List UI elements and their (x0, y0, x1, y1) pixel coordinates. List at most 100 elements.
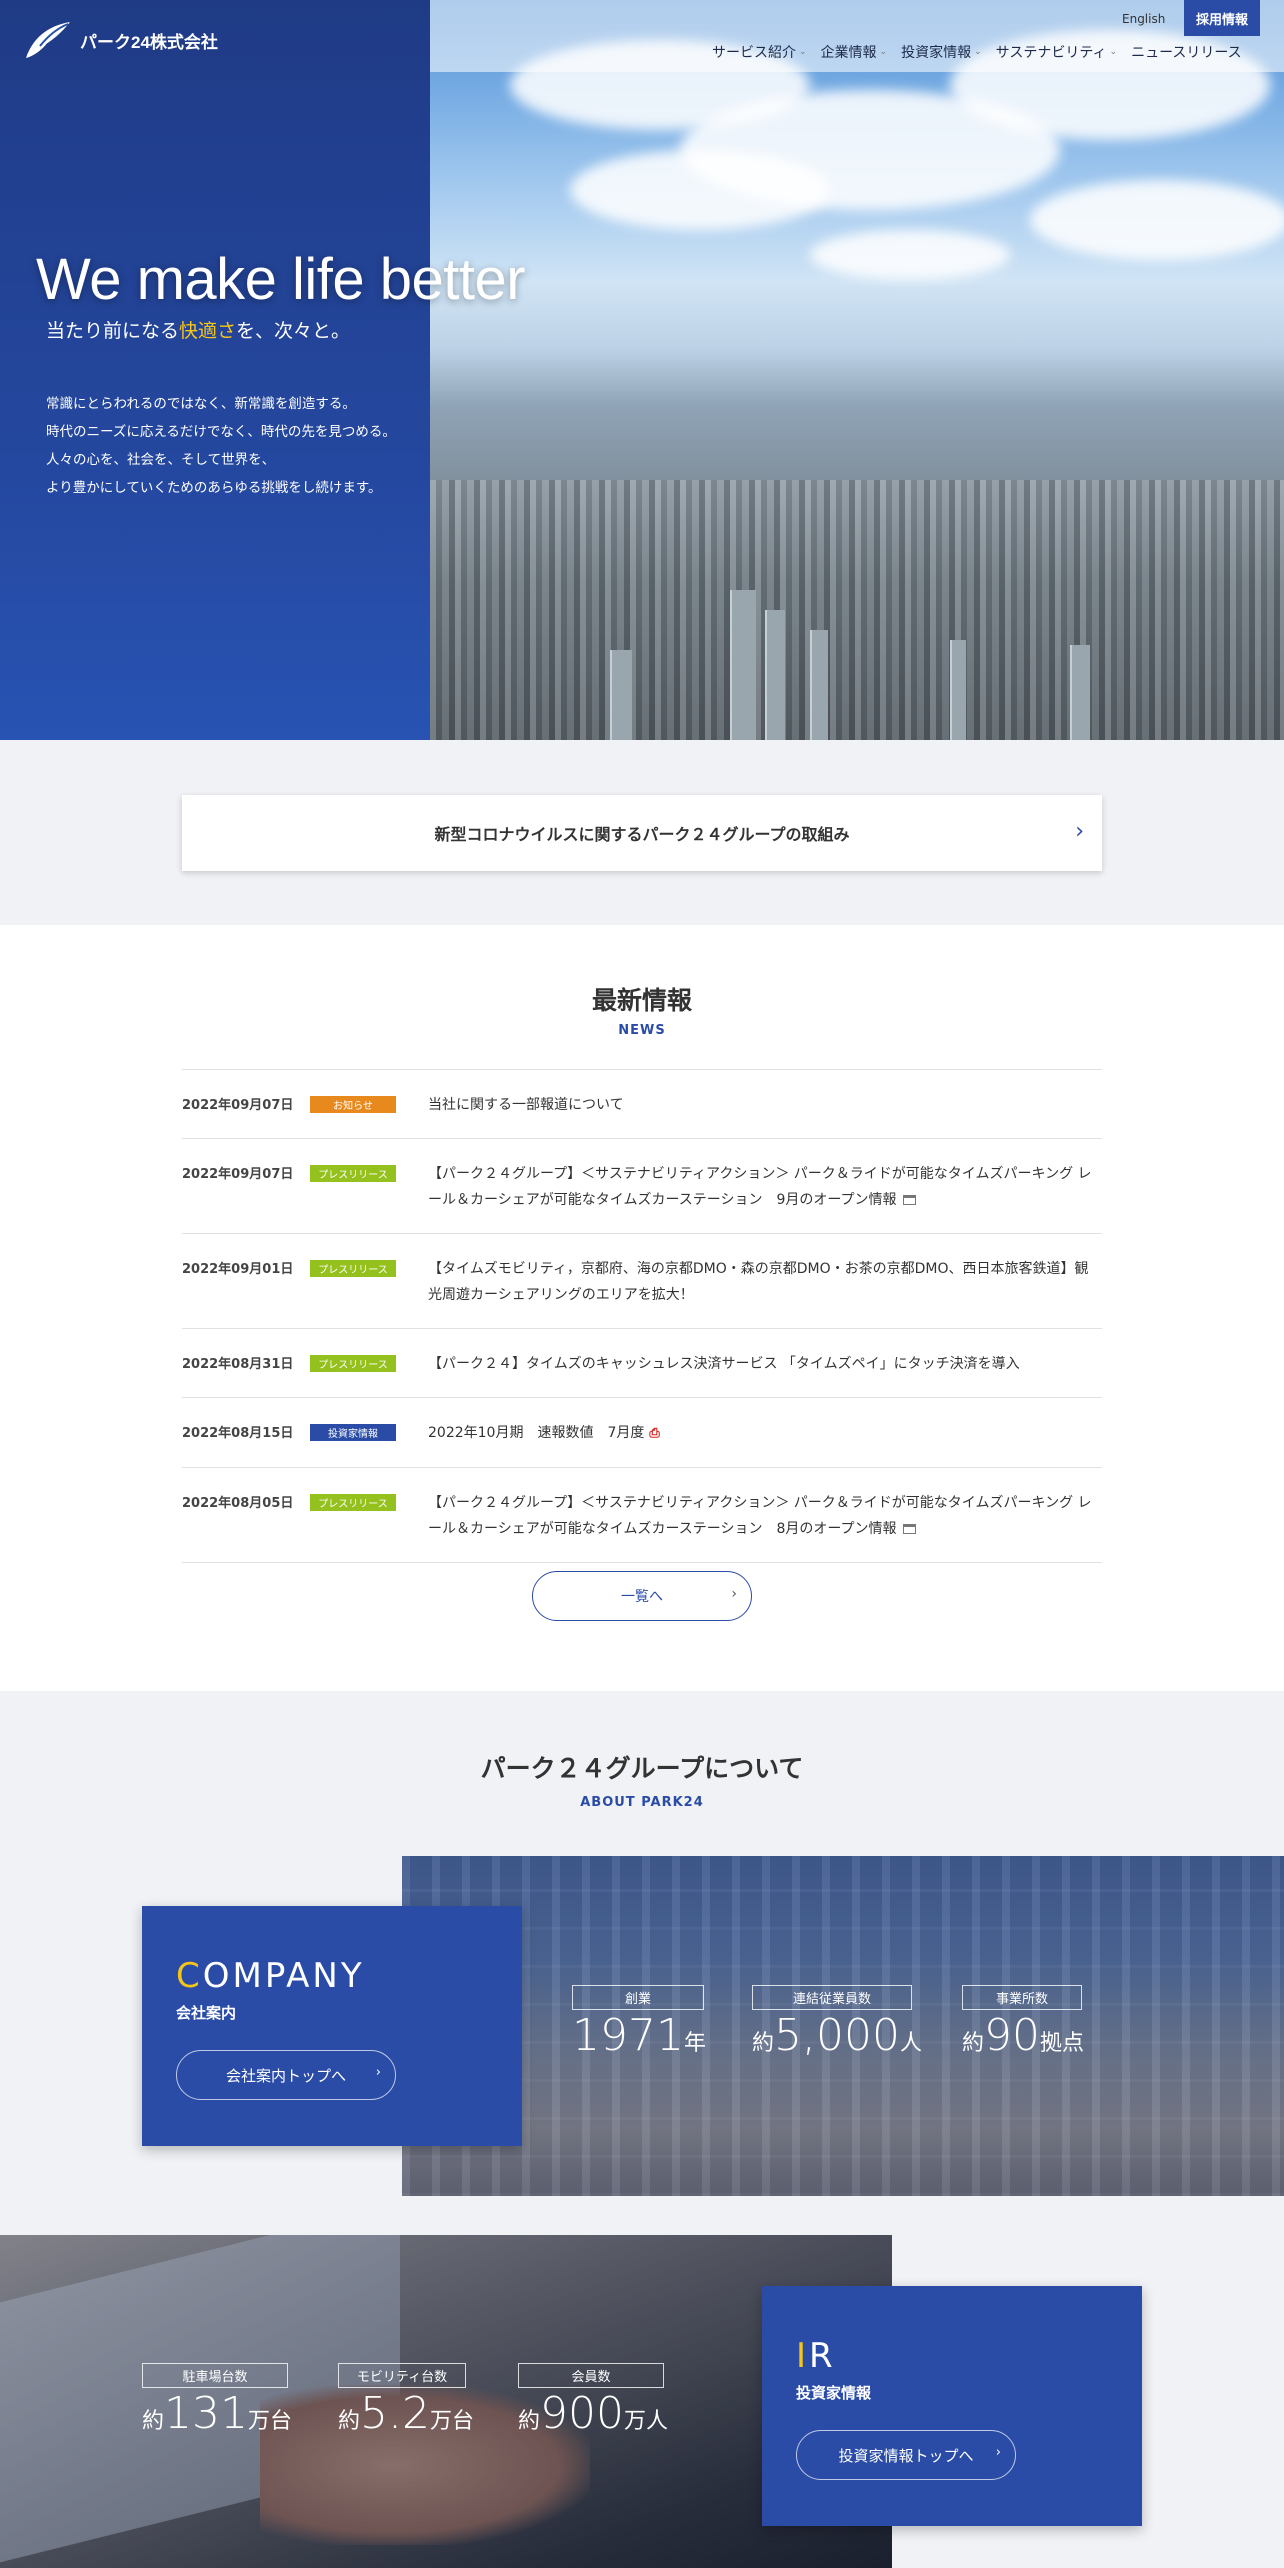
about-title-en: ABOUT PARK24 (580, 1795, 704, 1810)
nav-item-sustainability[interactable]: サステナビリティ ⌄ (996, 42, 1117, 62)
heading-initial: I (796, 2336, 810, 2376)
news-list: 2022年09月07日 お知らせ 当社に関する一部報道について 2022年09月… (182, 1069, 1102, 1563)
stat-prefix: 約 (338, 2409, 361, 2434)
news-item[interactable]: 2022年08月31日 プレスリリース 【パーク２４】タイムズのキャッシュレス決… (182, 1329, 1102, 1398)
hero-subtitle-accent: 快適さ (179, 320, 237, 342)
chevron-right-icon: › (1075, 819, 1084, 844)
about-section: パーク２４グループについて ABOUT PARK24 創業 1971年 連結従業… (0, 1691, 1284, 2568)
ir-subheading: 投資家情報 (796, 2384, 872, 2402)
news-item[interactable]: 2022年09月07日 お知らせ 当社に関する一部報道について (182, 1070, 1102, 1139)
stat-employees: 連結従業員数 約5,000人 (752, 1985, 922, 2061)
news-date: 2022年09月01日 (182, 1262, 294, 1277)
hero-section: パーク24株式会社 We make life better 当たり前になる快適さ… (0, 0, 1284, 740)
button-label: 投資家情報トップへ (838, 2446, 974, 2465)
city-skyline-photo (430, 0, 1284, 740)
chevron-right-icon: › (995, 2445, 1001, 2460)
chevron-down-icon: ⌄ (974, 47, 982, 57)
stat-unit: 人 (899, 2031, 922, 2056)
stat-offices: 事業所数 約90拠点 (962, 1985, 1085, 2061)
nav-label: サービス紹介 (712, 45, 796, 61)
logo-text: パーク24株式会社 (80, 32, 218, 52)
english-link[interactable]: English (1122, 12, 1165, 26)
stat-unit: 万人 (624, 2409, 669, 2434)
news-category-badge: お知らせ (310, 1096, 396, 1113)
news-category-badge: 投資家情報 (310, 1424, 396, 1441)
news-title-text: 【パーク２４グループ】＜サステナビリティアクション＞ パーク＆ライドが可能なタイ… (428, 1161, 1102, 1213)
stat-unit: 拠点 (1040, 2031, 1085, 2056)
about-title: パーク２４グループについて (480, 1754, 804, 1783)
chevron-down-icon: ⌄ (799, 47, 807, 57)
hero-body-line: 時代のニーズに応えるだけでなく、時代の先を見つめる。 (46, 424, 396, 440)
park24-logo[interactable]: パーク24株式会社 (22, 18, 218, 62)
news-category-badge: プレスリリース (310, 1355, 396, 1372)
chevron-down-icon: ⌄ (1109, 47, 1118, 57)
news-date: 2022年09月07日 (182, 1098, 294, 1113)
news-text: 【パーク２４】タイムズのキャッシュレス決済サービス 「タイムズペイ」にタッチ決済… (428, 1356, 1020, 1372)
company-card: COMPANY 会社案内 会社案内トップへ › (142, 1906, 522, 2146)
news-title-en: NEWS (618, 1023, 666, 1038)
news-title-text: 【パーク２４】タイムズのキャッシュレス決済サービス 「タイムズペイ」にタッチ決済… (428, 1351, 1102, 1377)
stat-label: 事業所数 (962, 1985, 1082, 2010)
nav-item-news-release[interactable]: ニュースリリース (1131, 42, 1242, 62)
nav-label: サステナビリティ (995, 45, 1107, 61)
stat-unit: 万台 (248, 2409, 293, 2434)
news-date: 2022年09月07日 (182, 1167, 294, 1182)
news-title-text: 【パーク２４グループ】＜サステナビリティアクション＞ パーク＆ライドが可能なタイ… (428, 1490, 1102, 1542)
news-category-badge: プレスリリース (310, 1165, 396, 1182)
hero-blue-panel: パーク24株式会社 We make life better 当たり前になる快適さ… (0, 0, 526, 740)
company-subheading: 会社案内 (176, 2004, 237, 2022)
stat-number: 131 (164, 2388, 248, 2439)
stat-value: 約90拠点 (962, 2010, 1085, 2061)
stat-value: 約5,000人 (752, 2010, 922, 2061)
hero-subtitle: 当たり前になる快適さを、次々と。 (46, 316, 350, 343)
stat-value: 約131万台 (142, 2388, 292, 2439)
external-window-icon (902, 1195, 916, 1205)
stat-prefix: 約 (518, 2409, 541, 2434)
recruit-button[interactable]: 採用情報 (1184, 0, 1260, 36)
covid-link-box[interactable]: 新型コロナウイルスに関するパーク２４グループの取組み › (182, 795, 1102, 871)
news-category-badge: プレスリリース (310, 1494, 396, 1511)
covid-link-text: 新型コロナウイルスに関するパーク２４グループの取組み (434, 825, 850, 844)
stat-mobility-vehicles: モビリティ台数 約5.2万台 (338, 2363, 474, 2439)
news-text: 当社に関する一部報道について (428, 1097, 624, 1113)
chevron-right-icon: › (731, 1586, 737, 1602)
stat-unit: 万台 (430, 2409, 475, 2434)
hero-subtitle-part: を、次々と。 (236, 320, 351, 342)
global-nav: サービス紹介 ⌄ 企業情報 ⌄ 投資家情報 ⌄ サステナビリティ ⌄ ニュースリリース (712, 42, 1242, 62)
news-item[interactable]: 2022年08月05日 プレスリリース 【パーク２４グループ】＜サステナビリティ… (182, 1468, 1102, 1563)
nav-label: 企業情報 (820, 45, 877, 61)
hero-body-line: 常識にとらわれるのではなく、新常識を創造する。 (46, 396, 356, 412)
stat-number: 900 (540, 2388, 624, 2439)
stat-number: 5.2 (360, 2388, 430, 2439)
city-buildings (430, 480, 1284, 740)
nav-item-investors[interactable]: 投資家情報 ⌄ (901, 42, 982, 62)
ir-card: IR 投資家情報 投資家情報トップへ › (762, 2286, 1142, 2526)
stat-label: モビリティ台数 (338, 2363, 466, 2388)
news-item[interactable]: 2022年08月15日 投資家情報 2022年10月期 速報数値 7月度 ⎙ (182, 1398, 1102, 1468)
ir-heading: IR (796, 2336, 836, 2376)
stat-number: 5,000 (774, 2010, 900, 2061)
news-item[interactable]: 2022年09月07日 プレスリリース 【パーク２４グループ】＜サステナビリティ… (182, 1139, 1102, 1234)
stat-value: 1971年 (572, 2010, 706, 2061)
stat-members: 会員数 約900万人 (518, 2363, 668, 2439)
nav-item-services[interactable]: サービス紹介 ⌄ (712, 42, 807, 62)
news-list-button[interactable]: 一覧へ › (532, 1571, 752, 1621)
ir-top-button[interactable]: 投資家情報トップへ › (796, 2430, 1016, 2480)
company-top-button[interactable]: 会社案内トップへ › (176, 2050, 396, 2100)
chevron-right-icon: › (375, 2065, 381, 2080)
stat-prefix: 約 (962, 2031, 985, 2056)
external-window-icon (902, 1524, 916, 1534)
stat-prefix: 約 (142, 2409, 165, 2434)
nav-item-company[interactable]: 企業情報 ⌄ (821, 42, 888, 62)
news-title-text: 【タイムズモビリティ，京都府、海の京都DMO・森の京都DMO・お茶の京都DMO、… (428, 1256, 1102, 1308)
news-item[interactable]: 2022年09月01日 プレスリリース 【タイムズモビリティ，京都府、海の京都D… (182, 1234, 1102, 1329)
news-title: 最新情報 (591, 986, 692, 1015)
news-date: 2022年08月15日 (182, 1426, 294, 1441)
news-date: 2022年08月05日 (182, 1496, 294, 1511)
news-text: 【パーク２４グループ】＜サステナビリティアクション＞ パーク＆ライドが可能なタイ… (428, 1166, 1092, 1208)
stat-value: 約900万人 (518, 2388, 668, 2439)
feather-logo-icon (26, 22, 70, 58)
hero-subtitle-part: 当たり前になる (46, 320, 180, 342)
stat-number: 1971 (572, 2010, 684, 2061)
stat-label: 会員数 (518, 2363, 664, 2388)
